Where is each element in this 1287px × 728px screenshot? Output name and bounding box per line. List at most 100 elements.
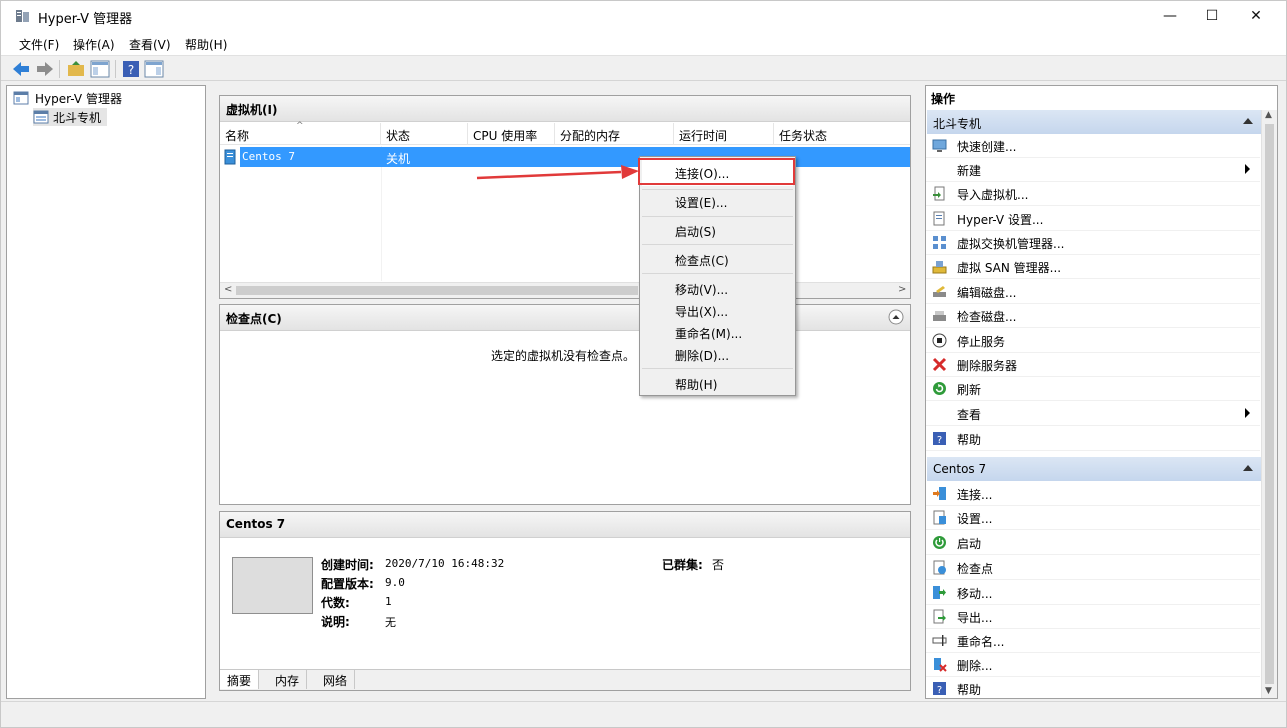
menu-action[interactable]: 操作(A) <box>73 36 115 53</box>
col-task-status[interactable]: 任务状态 <box>774 123 910 145</box>
ctx-delete[interactable]: 删除(D)... <box>675 347 729 364</box>
action-help[interactable]: ? 帮助 <box>926 427 1260 451</box>
power-icon <box>933 536 946 549</box>
title-bar: Hyper-V 管理器 — ☐ ✕ <box>1 1 1286 32</box>
created-label: 创建时间: <box>321 558 374 572</box>
action-label: 编辑磁盘... <box>957 286 1017 300</box>
ctx-rename[interactable]: 重命名(M)... <box>675 325 742 342</box>
hyperv-app-icon <box>16 10 29 22</box>
menu-help[interactable]: 帮助(H) <box>185 36 227 53</box>
scroll-left-icon[interactable]: < <box>224 284 232 295</box>
action-stop-service[interactable]: 停止服务 <box>926 329 1260 353</box>
action-inspect-disk[interactable]: 检查磁盘... <box>926 304 1260 328</box>
action-view[interactable]: 查看 <box>926 402 1260 426</box>
action-vm-connect[interactable]: 连接... <box>926 482 1260 506</box>
show-actions-icon[interactable] <box>144 59 164 79</box>
action-virtual-san-manager[interactable]: 虚拟 SAN 管理器... <box>926 255 1260 279</box>
action-vm-settings[interactable]: 设置... <box>926 506 1260 530</box>
action-import-vm[interactable]: 导入虚拟机... <box>926 182 1260 206</box>
show-tree-icon[interactable] <box>90 59 110 79</box>
actions-vm-group[interactable]: Centos 7 <box>927 457 1261 481</box>
window-title: Hyper-V 管理器 <box>38 12 133 27</box>
action-new[interactable]: 新建 <box>926 158 1260 182</box>
action-label: 删除服务器 <box>957 359 1018 373</box>
action-virtual-switch-manager[interactable]: 虚拟交换机管理器... <box>926 231 1260 255</box>
ctx-start[interactable]: 启动(S) <box>675 223 716 240</box>
action-label: Hyper-V 设置... <box>957 213 1044 227</box>
submenu-arrow-icon <box>1245 408 1250 418</box>
actions-server-group[interactable]: 北斗专机 <box>927 110 1261 134</box>
folder-up-icon[interactable] <box>66 59 86 79</box>
tree-server-label: 北斗专机 <box>53 111 102 125</box>
scroll-thumb[interactable] <box>1265 124 1274 684</box>
scroll-up-icon[interactable]: ▲ <box>1265 110 1272 120</box>
move-icon <box>933 586 946 599</box>
checkpoint-icon <box>933 560 946 575</box>
action-vm-help[interactable]: ? 帮助 <box>926 677 1260 701</box>
action-refresh[interactable]: 刷新 <box>926 377 1260 401</box>
generation-value: 1 <box>385 595 392 608</box>
action-vm-rename[interactable]: 重命名... <box>926 629 1260 653</box>
tree-server[interactable]: 北斗专机 <box>33 108 107 126</box>
menu-file[interactable]: 文件(F) <box>19 36 59 53</box>
config-version-value: 9.0 <box>385 576 405 589</box>
back-icon[interactable] <box>11 59 31 79</box>
maximize-button[interactable]: ☐ <box>1189 1 1235 32</box>
action-hyperv-settings[interactable]: Hyper-V 设置... <box>926 207 1260 231</box>
collapse-icon[interactable] <box>888 309 904 325</box>
action-vm-export[interactable]: 导出... <box>926 605 1260 629</box>
action-edit-disk[interactable]: 编辑磁盘... <box>926 280 1260 304</box>
details-tabs: 摘要 内存 网络 <box>220 669 910 690</box>
config-version-label: 配置版本: <box>321 577 374 591</box>
actions-title: 操作 <box>926 86 1277 109</box>
menu-view[interactable]: 查看(V) <box>129 36 171 53</box>
san-icon <box>932 261 947 274</box>
tab-network[interactable]: 网络 <box>316 670 356 689</box>
action-quick-create[interactable]: 快速创建... <box>926 134 1260 158</box>
action-label: 连接... <box>957 488 993 502</box>
actions-vertical-scrollbar[interactable]: ▲ ▼ <box>1261 110 1277 698</box>
notes-value: 无 <box>385 616 396 629</box>
close-button[interactable]: ✕ <box>1233 1 1279 32</box>
action-label: 检查磁盘... <box>957 310 1017 324</box>
action-remove-server[interactable]: 删除服务器 <box>926 353 1260 377</box>
generation-label: 代数: <box>321 596 350 610</box>
minimize-button[interactable]: — <box>1147 1 1193 32</box>
inspect-disk-icon <box>933 311 946 321</box>
action-vm-move[interactable]: 移动... <box>926 581 1260 605</box>
action-label: 移动... <box>957 587 993 601</box>
sort-ascending-icon: ^ <box>296 121 304 131</box>
action-vm-start[interactable]: 启动 <box>926 531 1260 555</box>
col-uptime[interactable]: 运行时间 <box>674 123 774 145</box>
hyperv-window: Hyper-V 管理器 — ☐ ✕ 文件(F) 操作(A) 查看(V) 帮助(H… <box>0 0 1287 728</box>
group-collapse-icon[interactable] <box>1243 118 1253 124</box>
action-label: 快速创建... <box>957 140 1017 154</box>
vms-horizontal-scrollbar[interactable]: < > <box>220 282 910 298</box>
group-collapse-icon[interactable] <box>1243 465 1253 471</box>
toolbar: ? <box>1 55 1286 81</box>
col-cpu[interactable]: CPU 使用率 <box>468 123 555 145</box>
action-label: 导入虚拟机... <box>957 188 1029 202</box>
checkpoints-pane-title: 检查点(C) <box>220 305 910 331</box>
tab-memory[interactable]: 内存 <box>268 670 308 689</box>
col-memory[interactable]: 分配的内存 <box>555 123 674 145</box>
action-vm-delete[interactable]: 删除... <box>926 653 1260 677</box>
help-icon: ? <box>933 682 946 696</box>
ctx-help[interactable]: 帮助(H) <box>675 376 717 393</box>
vms-pane-title: 虚拟机(I) <box>220 96 910 122</box>
settings-document-icon <box>933 211 945 226</box>
col-state[interactable]: 状态 <box>381 123 468 145</box>
ctx-move[interactable]: 移动(V)... <box>675 281 728 298</box>
tab-summary[interactable]: 摘要 <box>220 670 260 689</box>
action-vm-checkpoint[interactable]: 检查点 <box>926 556 1260 580</box>
action-label: 启动 <box>957 537 982 551</box>
forward-icon[interactable] <box>35 59 55 79</box>
scroll-down-icon[interactable]: ▼ <box>1265 686 1272 696</box>
scroll-right-icon[interactable]: > <box>898 284 906 295</box>
ctx-settings[interactable]: 设置(E)... <box>675 194 727 211</box>
ctx-checkpoint[interactable]: 检查点(C) <box>675 252 729 269</box>
settings-icon <box>933 510 946 525</box>
help-icon[interactable]: ? <box>121 59 141 79</box>
ctx-export[interactable]: 导出(X)... <box>675 303 728 320</box>
scroll-thumb[interactable] <box>236 286 638 295</box>
